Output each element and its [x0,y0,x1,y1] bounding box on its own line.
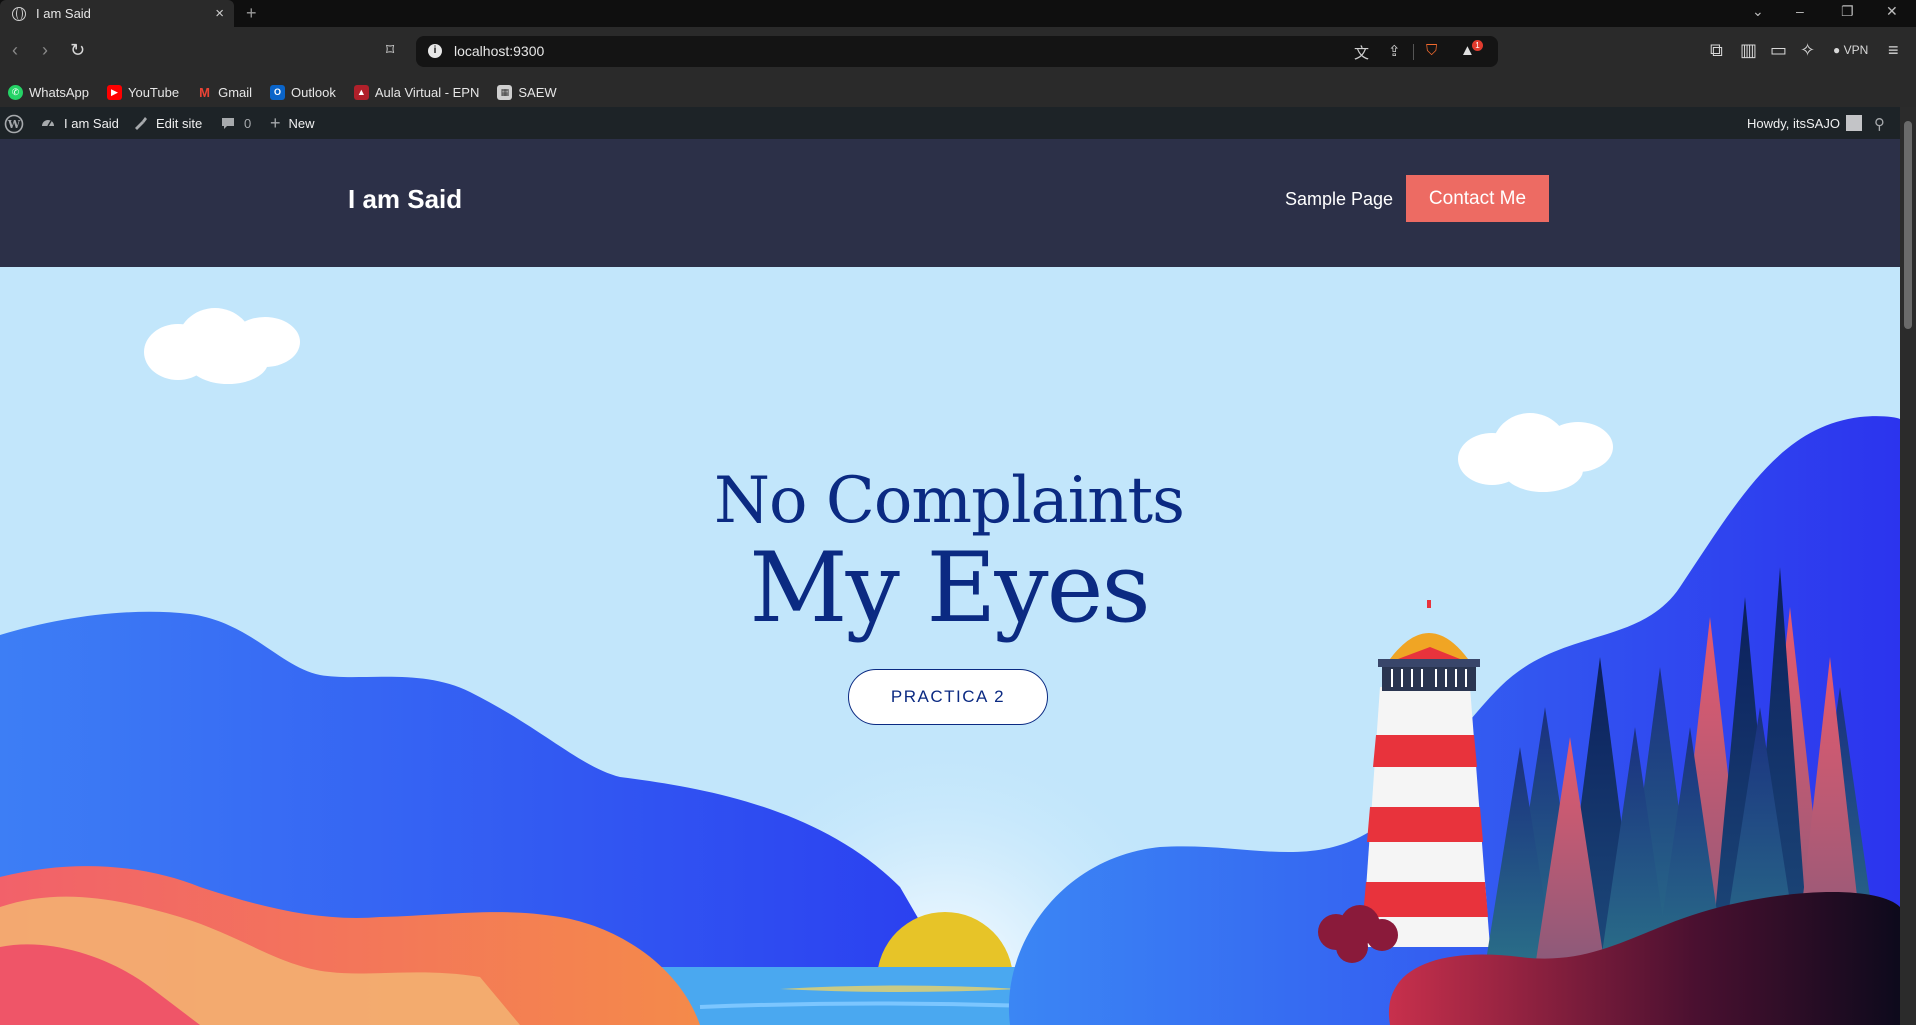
svg-text:W: W [7,118,21,131]
admin-site-name[interactable]: I am Said [40,115,119,131]
hero-title: My Eyes [749,532,1150,644]
whatsapp-icon: ✆ [8,84,23,100]
bookmark-gmail[interactable]: M Gmail [197,85,252,100]
wallet-icon[interactable]: ▭ [1770,40,1787,61]
outlook-icon: O [270,84,286,100]
comments-count: 0 [244,115,252,131]
bookmark-saew[interactable]: ▦ SAEW [497,84,557,100]
globe-icon [12,6,26,21]
saew-icon: ▦ [497,84,513,100]
new-content-link[interactable]: + New [270,113,315,133]
translate-icon[interactable]: 文 [1354,42,1369,63]
brave-shield-icon[interactable]: ⛉ [1426,42,1437,59]
bookmark-icon[interactable]: ⌑ [386,40,394,60]
browser-toolbar: ‹ › ↻ ⌑ i localhost:9300 文 ⇪ ⛉ ▲ 1 ⧉ ▥ ▭… [0,27,1916,77]
bookmark-outlook[interactable]: O Outlook [270,84,336,100]
bookmark-label: Outlook [291,84,336,100]
site-header: I am Said Sample Page Contact Me [0,139,1900,267]
edit-site-label: Edit site [156,115,203,131]
menu-icon[interactable]: ≡ [1888,40,1899,61]
bookmark-youtube[interactable]: ▶ YouTube [106,84,180,100]
gmail-icon: M [199,84,210,100]
hero-illustration [0,267,1900,1025]
bookmark-label: SAEW [518,84,557,100]
bookmark-label: Aula Virtual - EPN [374,84,480,100]
comment-icon [222,118,234,129]
divider [1413,44,1414,60]
edit-site-link[interactable]: Edit site [132,115,202,131]
tab-search-chevron-icon[interactable]: ⌄ [1752,3,1764,20]
url-text[interactable]: localhost:9300 [454,43,544,59]
new-tab-icon[interactable]: + [246,3,257,24]
practica-2-button[interactable]: PRACTICA 2 [848,669,1048,725]
back-icon[interactable]: ‹ [12,40,18,61]
tab-strip: I am Said × + ⌄ – ❐ ✕ [0,0,1916,27]
scrollbar-thumb[interactable] [1904,121,1912,329]
page-scrollbar[interactable] [1900,107,1916,1025]
site-info-icon[interactable]: i [428,44,442,58]
nav-sample-page[interactable]: Sample Page [1285,189,1393,210]
aula-virtual-icon: ▲ [353,84,369,100]
share-icon[interactable]: ⇪ [1388,42,1401,60]
reload-icon[interactable]: ↻ [70,40,85,61]
browser-tab[interactable]: I am Said × [0,0,234,27]
youtube-icon: ▶ [106,84,122,100]
dashboard-icon [42,120,54,127]
vpn-label: VPN [1843,43,1869,57]
admin-site-name-label: I am Said [64,115,119,131]
wordpress-logo-icon[interactable]: W [4,114,24,134]
howdy-label: Howdy, itsSAJO [1747,115,1840,131]
bookmark-label: WhatsApp [29,84,89,100]
brush-icon [135,117,147,130]
new-label: New [288,115,315,131]
restore-icon[interactable]: ❐ [1841,3,1854,20]
sidebar-icon[interactable]: ▥ [1740,40,1757,61]
my-account-link[interactable]: Howdy, itsSAJO [1747,115,1862,131]
website-viewport: I am Said Sample Page Contact Me No Comp… [0,139,1900,1025]
hero-section: No Complaints My Eyes PRACTICA 2 [0,267,1900,1025]
tab-title: I am Said [36,6,91,21]
hero-subtitle: No Complaints [714,464,1185,538]
admin-search-icon[interactable]: ⚲ [1874,115,1885,133]
bookmark-label: Gmail [218,84,253,100]
bookmark-label: YouTube [127,84,180,100]
bookmarks-bar: ✆ WhatsApp ▶ YouTube M Gmail O Outlook ▲ Aula… [0,77,1916,107]
plus-icon: + [270,113,281,133]
address-bar[interactable]: i localhost:9300 文 ⇪ ⛉ ▲ 1 [416,36,1498,67]
comments-link[interactable]: 0 [220,115,251,131]
avatar [1845,115,1862,131]
close-window-icon[interactable]: ✕ [1886,3,1898,20]
minimize-icon[interactable]: – [1796,3,1804,19]
wp-admin-bar: W I am Said Edit site 0 + New Howdy, its… [0,107,1900,139]
site-title[interactable]: I am Said [348,184,462,215]
contact-button[interactable]: Contact Me [1406,175,1549,222]
leo-ai-icon[interactable]: ✧ [1800,40,1815,61]
bookmark-whatsapp[interactable]: ✆ WhatsApp [8,84,89,100]
forward-icon[interactable]: › [42,40,48,61]
vpn-button[interactable]: ● VPN [1833,43,1868,57]
extensions-icon[interactable]: ⧉ [1710,40,1723,61]
rewards-badge: 1 [1472,40,1483,51]
close-tab-icon[interactable]: × [215,5,224,22]
bookmark-aula-virtual[interactable]: ▲ Aula Virtual - EPN [353,84,480,100]
